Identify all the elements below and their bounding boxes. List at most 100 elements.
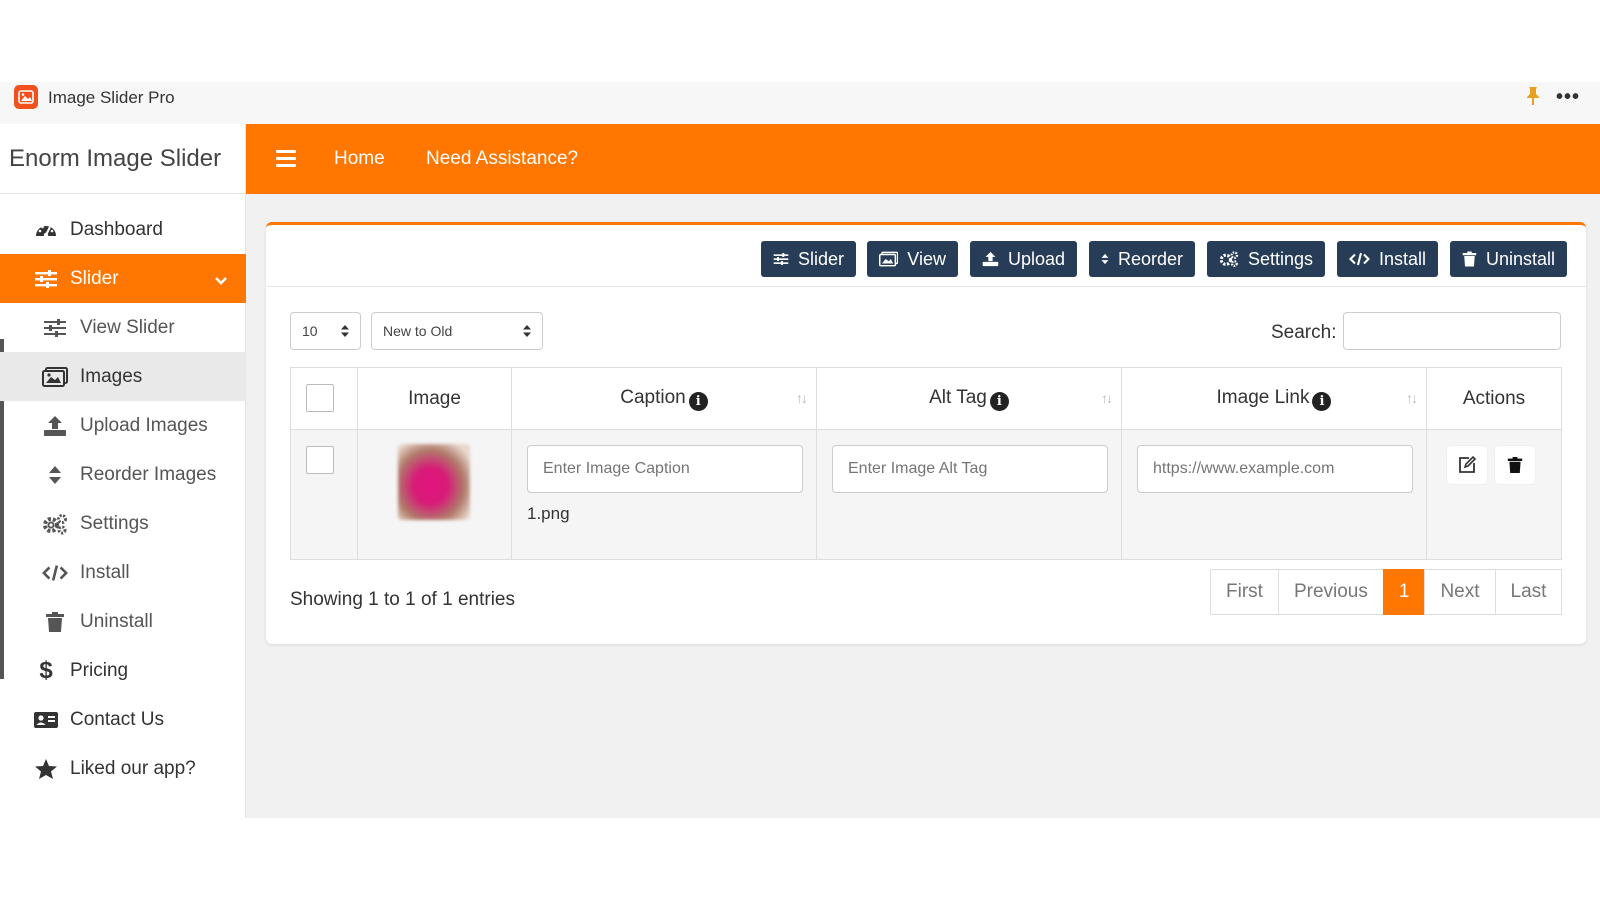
sidebar-item-images[interactable]: Images (0, 352, 246, 401)
reorder-button[interactable]: Reorder (1089, 241, 1195, 277)
alt-tag-cell (816, 429, 1122, 560)
uninstall-button[interactable]: Uninstall (1450, 241, 1567, 277)
slider-button[interactable]: Slider (761, 241, 856, 277)
code-icon (1349, 252, 1370, 266)
sort-icon (42, 462, 68, 488)
sidebar-item-install[interactable]: Install (0, 548, 246, 597)
address-card-icon (33, 707, 59, 733)
sidebar-item-label: Images (80, 365, 143, 387)
sidebar-item-liked-our-app[interactable]: Liked our app? (0, 744, 246, 793)
select-all-header (290, 367, 358, 430)
sort-icon (1101, 253, 1109, 265)
trash-icon (42, 609, 68, 635)
column-header-image: Image (357, 367, 512, 430)
sidebar-item-view-slider[interactable]: View Slider (0, 303, 246, 352)
chevron-down-icon (214, 270, 228, 292)
pin-icon[interactable] (1526, 86, 1546, 108)
column-header-caption[interactable]: Caption i ↑↓ (511, 367, 817, 430)
select-all-checkbox[interactable] (306, 384, 334, 412)
brand-title: Enorm Image Slider (0, 124, 245, 194)
code-icon (42, 560, 68, 586)
sidebar-item-label: Liked our app? (70, 757, 196, 779)
pagination-last[interactable]: Last (1494, 569, 1563, 615)
sidebar-item-label: Install (80, 561, 130, 583)
more-options-icon[interactable]: ••• (1556, 86, 1580, 109)
column-header-image-link[interactable]: Image Link i ↑↓ (1121, 367, 1427, 430)
sidebar-item-label: Contact Us (70, 708, 164, 730)
pagination-previous[interactable]: Previous (1277, 569, 1384, 615)
sort-order-select[interactable]: New to Old (371, 312, 543, 350)
hamburger-menu-icon[interactable] (276, 150, 296, 168)
nav-link-home[interactable]: Home (334, 148, 385, 170)
app-logo-icon (14, 85, 38, 109)
info-icon[interactable]: i (989, 391, 1009, 411)
images-table: Image Caption i ↑↓ Alt Tag i ↑↓ Image Link… (290, 367, 1562, 560)
pagination-first[interactable]: First (1210, 569, 1279, 615)
sidebar-item-slider[interactable]: Slider (0, 254, 246, 303)
app-title: Image Slider Pro (48, 88, 175, 107)
sidebar-item-label: Uninstall (80, 610, 153, 632)
sidebar-item-label: Reorder Images (80, 463, 217, 485)
info-icon[interactable]: i (688, 391, 708, 411)
table-row: 1.png (290, 429, 1562, 560)
install-button[interactable]: Install (1337, 241, 1438, 277)
edit-icon (1459, 455, 1477, 473)
sidebar-item-label: Upload Images (80, 414, 208, 436)
sidebar-item-label: Slider (70, 267, 119, 289)
pagination-current-page[interactable]: 1 (1382, 569, 1426, 615)
table-header-row: Image Caption i ↑↓ Alt Tag i ↑↓ Image Link… (290, 367, 1562, 430)
sidebar-item-reorder-images[interactable]: Reorder Images (0, 450, 246, 499)
column-header-alt-tag[interactable]: Alt Tag i ↑↓ (816, 367, 1122, 430)
actions-cell (1426, 429, 1562, 560)
sliders-icon (42, 315, 68, 341)
trash-icon (1507, 457, 1523, 473)
gears-icon (1219, 251, 1239, 268)
image-thumbnail[interactable] (398, 444, 470, 520)
sidebar: Enorm Image Slider Dashboard Slider View… (0, 124, 246, 818)
app-frame: Image Slider Pro ••• Enorm Image Slider … (0, 82, 1600, 818)
trash-icon (1462, 251, 1477, 267)
action-toolbar: Slider View Upload Reorder Settings Inst… (266, 225, 1586, 287)
upload-button[interactable]: Upload (970, 241, 1077, 277)
search-label: Search: (1271, 322, 1337, 343)
settings-button[interactable]: Settings (1207, 241, 1325, 277)
view-button[interactable]: View (867, 241, 958, 277)
delete-button[interactable] (1495, 446, 1535, 484)
caption-input[interactable] (527, 445, 803, 493)
upload-icon (42, 413, 68, 439)
sidebar-item-label: Settings (80, 512, 149, 534)
sidebar-item-dashboard[interactable]: Dashboard (0, 205, 246, 254)
sidebar-item-settings[interactable]: Settings (0, 499, 246, 548)
images-icon (879, 251, 899, 267)
caption-cell: 1.png (511, 429, 817, 560)
search-input[interactable] (1343, 312, 1561, 350)
sidebar-item-uninstall[interactable]: Uninstall (0, 597, 246, 646)
images-card: Slider View Upload Reorder Settings Inst… (266, 222, 1586, 644)
pagination-next[interactable]: Next (1424, 569, 1496, 615)
image-link-input[interactable] (1137, 445, 1413, 493)
column-header-actions: Actions (1426, 367, 1562, 430)
image-filename: 1.png (527, 504, 570, 523)
sidebar-item-label: Dashboard (70, 218, 163, 240)
upload-icon (982, 251, 999, 267)
main-content: Slider View Upload Reorder Settings Inst… (246, 194, 1600, 818)
sidebar-item-upload-images[interactable]: Upload Images (0, 401, 246, 450)
page-size-select[interactable]: 10 (290, 312, 361, 350)
gears-icon (42, 511, 68, 537)
sidebar-item-label: Pricing (70, 659, 129, 681)
top-navbar: Home Need Assistance? (246, 124, 1600, 194)
images-icon (42, 364, 68, 390)
row-checkbox[interactable] (306, 446, 334, 474)
alt-tag-input[interactable] (832, 445, 1108, 493)
sort-icon: ↑↓ (796, 390, 808, 406)
sidebar-item-contact-us[interactable]: Contact Us (0, 695, 246, 744)
image-link-cell (1121, 429, 1427, 560)
info-icon[interactable]: i (1312, 391, 1332, 411)
pagination: First Previous 1 Next Last (1210, 569, 1563, 615)
nav-link-need-assistance[interactable]: Need Assistance? (426, 148, 578, 170)
sort-arrows-icon (522, 324, 532, 341)
edit-button[interactable] (1447, 446, 1487, 484)
sidebar-item-pricing[interactable]: $ Pricing (0, 646, 246, 695)
sort-icon: ↑↓ (1101, 390, 1113, 406)
sort-arrows-icon (340, 324, 350, 341)
